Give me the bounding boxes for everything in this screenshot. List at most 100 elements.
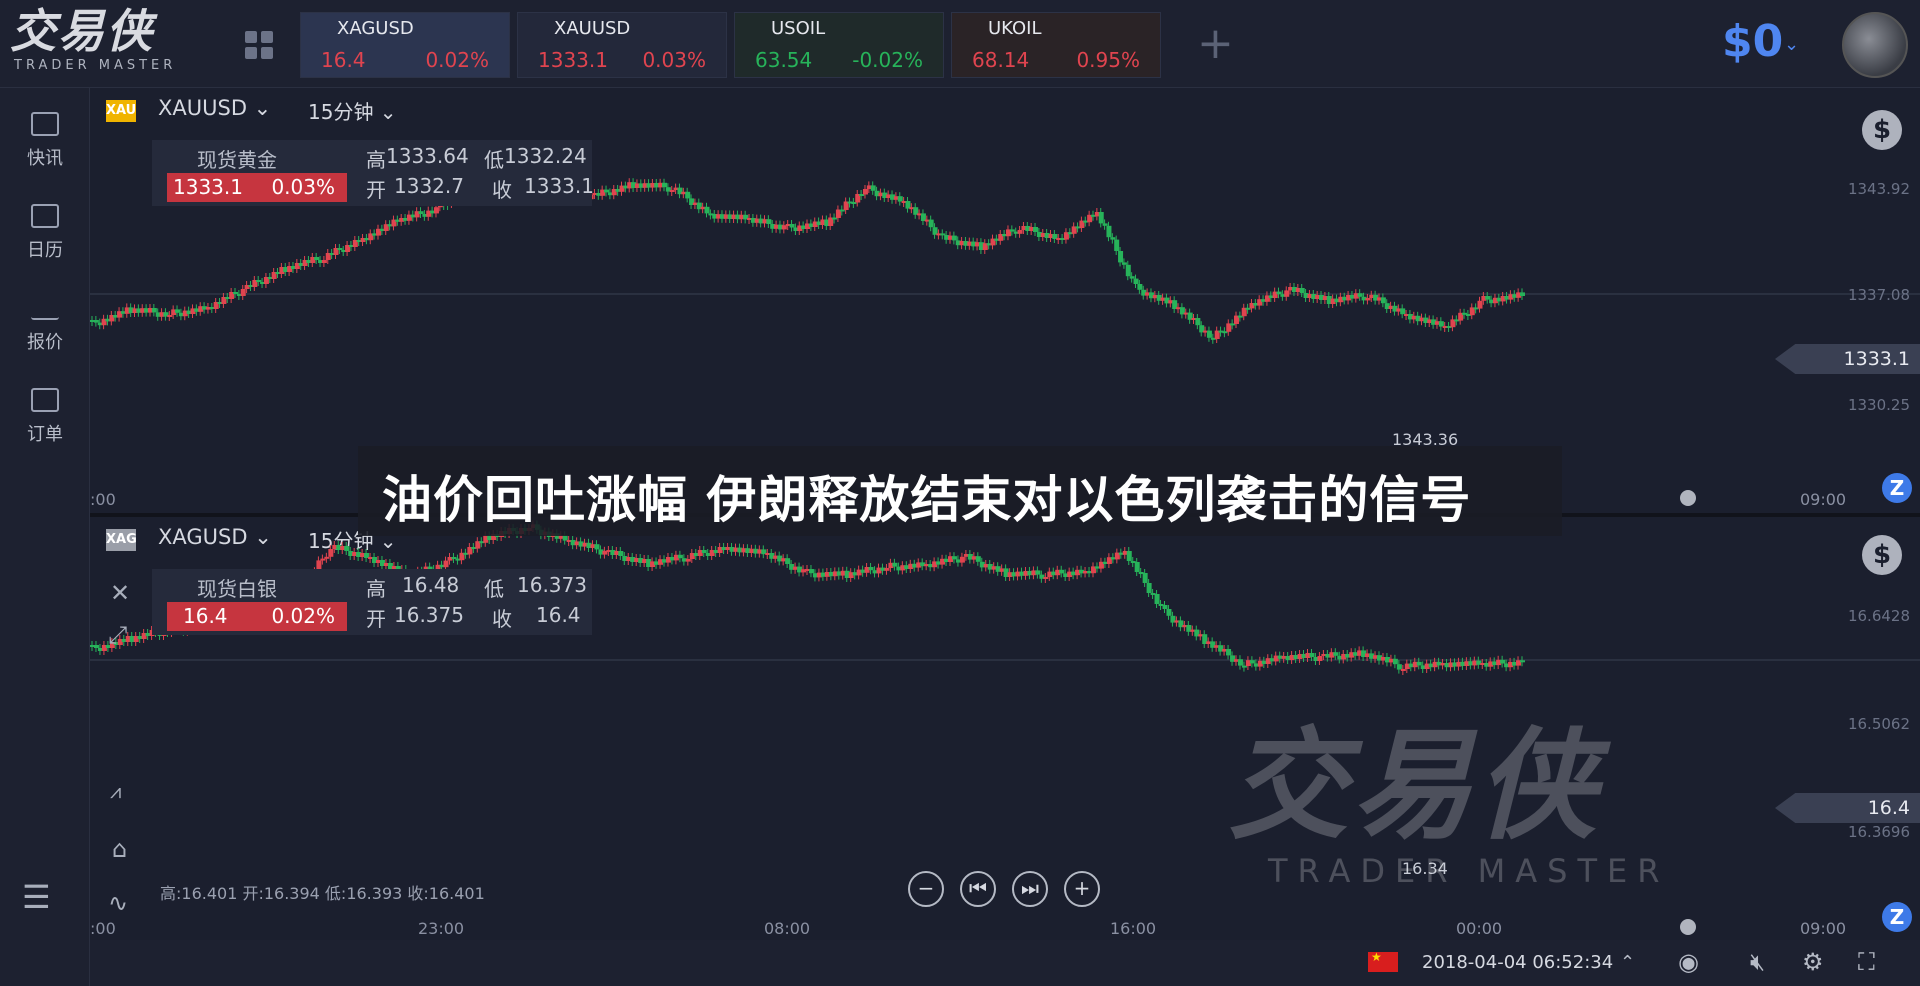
candle-body bbox=[418, 211, 424, 214]
scroll-handle[interactable] bbox=[1680, 490, 1696, 506]
ticker-symbol: UKOIL bbox=[988, 18, 1042, 39]
expand-icon[interactable]: ⤢ bbox=[108, 621, 127, 649]
instrument-name: 现货白银 bbox=[197, 577, 277, 601]
candle-body bbox=[1309, 653, 1315, 657]
china-flag-icon[interactable] bbox=[1368, 950, 1398, 972]
ticker-price: 68.14 bbox=[972, 48, 1030, 72]
low-label: 低 bbox=[484, 577, 504, 601]
candle-body bbox=[1485, 296, 1491, 300]
candle-body bbox=[701, 550, 707, 553]
waveform-icon[interactable]: ∿ bbox=[108, 889, 128, 917]
candle-body bbox=[1162, 605, 1168, 609]
app-grid-icon[interactable] bbox=[245, 31, 273, 59]
candle-body bbox=[240, 289, 246, 296]
candle-body bbox=[1142, 573, 1148, 583]
sidebar-item-label: 订单 bbox=[27, 424, 63, 445]
candle-body bbox=[1284, 290, 1290, 297]
chevron-down-icon[interactable]: ⌄ bbox=[1784, 34, 1799, 55]
account-balance[interactable]: $0 bbox=[1722, 16, 1783, 67]
trade-dollar-icon[interactable]: $ bbox=[1862, 110, 1902, 150]
candle-body bbox=[618, 551, 624, 556]
camera-icon[interactable]: ◉ bbox=[1678, 948, 1699, 976]
candle-body bbox=[256, 280, 262, 282]
candle-body bbox=[1237, 659, 1243, 666]
jump-start-button[interactable]: ⏮ bbox=[960, 871, 996, 907]
pill-change: 0.03% bbox=[271, 175, 335, 199]
candle-body bbox=[167, 315, 173, 317]
sidebar-item-orders[interactable]: 订单 bbox=[0, 388, 90, 446]
candle-body bbox=[175, 309, 181, 313]
ticker-xagusd[interactable]: XAGUSD 16.4 0.02% bbox=[300, 12, 510, 78]
open-value: 16.375 bbox=[394, 603, 464, 627]
high-label: 高 bbox=[366, 148, 386, 172]
headline-banner: 油价回吐涨幅 伊朗释放结束对以色列袭击的信号 bbox=[358, 446, 1562, 536]
candle-body bbox=[669, 190, 675, 192]
candle-body bbox=[1059, 569, 1065, 574]
zoom-out-button[interactable]: − bbox=[908, 871, 944, 907]
avatar[interactable] bbox=[1842, 12, 1908, 78]
candle-body bbox=[93, 320, 99, 323]
candle-body bbox=[662, 182, 667, 188]
close-value: 16.4 bbox=[536, 603, 581, 627]
draw-tool-icon[interactable]: ⌂ bbox=[112, 835, 127, 863]
candle-body bbox=[1317, 656, 1323, 661]
x-tick: 00:00 bbox=[1456, 919, 1503, 938]
add-ticker-icon[interactable]: + bbox=[1197, 20, 1234, 68]
candle-body bbox=[1106, 225, 1112, 238]
candle-body bbox=[1333, 652, 1339, 656]
sidebar-item-news[interactable]: 快讯 bbox=[0, 112, 90, 170]
scroll-handle[interactable] bbox=[1680, 919, 1696, 935]
candle-body bbox=[1400, 308, 1406, 315]
candle-body bbox=[975, 556, 981, 562]
sidebar-item-calendar[interactable]: 日历 bbox=[0, 204, 90, 262]
zoom-reset-icon[interactable]: Z bbox=[1882, 902, 1912, 932]
zoom-in-button[interactable]: + bbox=[1064, 871, 1100, 907]
candle-body bbox=[1125, 264, 1131, 277]
top-bar: 交易侠 TRADER MASTER XAGUSD 16.4 0.02% XAUU… bbox=[0, 0, 1920, 88]
high-value: 16.48 bbox=[402, 573, 460, 597]
candle-body bbox=[1416, 661, 1422, 666]
brand-logo[interactable]: 交易侠 TRADER MASTER bbox=[10, 6, 200, 82]
ticker-usoil[interactable]: USOIL 63.54 -0.02% bbox=[734, 12, 944, 78]
candle-body bbox=[314, 257, 320, 260]
chevron-up-icon[interactable]: ⌃ bbox=[1620, 952, 1635, 973]
ticker-symbol: XAUUSD bbox=[554, 18, 631, 39]
sidebar-item-quotes[interactable]: 报价 bbox=[0, 296, 90, 354]
menu-icon[interactable]: ☰ bbox=[22, 878, 51, 916]
jump-end-button[interactable]: ⏭ bbox=[1012, 871, 1048, 907]
trade-dollar-icon[interactable]: $ bbox=[1862, 535, 1902, 575]
low-value: 16.373 bbox=[517, 573, 587, 597]
close-icon[interactable]: ✕ bbox=[110, 579, 130, 607]
candle-body bbox=[562, 535, 568, 541]
candle-body bbox=[897, 196, 903, 202]
news-icon bbox=[31, 112, 59, 136]
watermark-logo: 交易侠 TRADER MASTER bbox=[1228, 722, 1688, 902]
quote-info-panel: 现货白银 16.4 0.02% 高 16.48 低 16.373 开 16.375… bbox=[152, 569, 592, 635]
ticker-xauusd[interactable]: XAUUSD 1333.1 0.03% bbox=[517, 12, 727, 78]
pill-price: 16.4 bbox=[183, 604, 228, 628]
candle-body bbox=[1166, 609, 1172, 616]
watermark-name-en: TRADER MASTER bbox=[1268, 852, 1670, 890]
fullscreen-icon[interactable]: ⛶ bbox=[1858, 948, 1875, 976]
candle-body bbox=[1206, 330, 1212, 338]
pill-change: 0.02% bbox=[271, 604, 335, 628]
zoom-reset-icon[interactable]: Z bbox=[1882, 473, 1912, 503]
settings-gear-icon[interactable]: ⚙ bbox=[1802, 948, 1824, 976]
mute-icon[interactable]: 🔇︎ bbox=[1750, 948, 1765, 976]
candle-body bbox=[808, 569, 814, 574]
close-value: 1333.1 bbox=[524, 174, 594, 198]
candle-body bbox=[594, 544, 600, 550]
headline-text: 油价回吐涨幅 伊朗释放结束对以色列袭击的信号 bbox=[382, 471, 1472, 529]
candle-body bbox=[1146, 583, 1152, 593]
ticker-ukoil[interactable]: UKOIL 68.14 0.95% bbox=[951, 12, 1161, 78]
candle-body bbox=[1043, 577, 1049, 579]
candle-body bbox=[1017, 230, 1023, 234]
ticker-symbol: XAGUSD bbox=[337, 18, 414, 39]
ticker-price: 16.4 bbox=[321, 48, 366, 72]
candle-body bbox=[337, 248, 343, 250]
last-price-tag: 1333.1 bbox=[1775, 344, 1920, 374]
quote-chart-icon bbox=[31, 296, 59, 320]
low-value: 1332.24 bbox=[504, 144, 587, 168]
indicator-icon[interactable]: ⩘ bbox=[110, 779, 121, 803]
candle-body bbox=[1114, 239, 1120, 251]
